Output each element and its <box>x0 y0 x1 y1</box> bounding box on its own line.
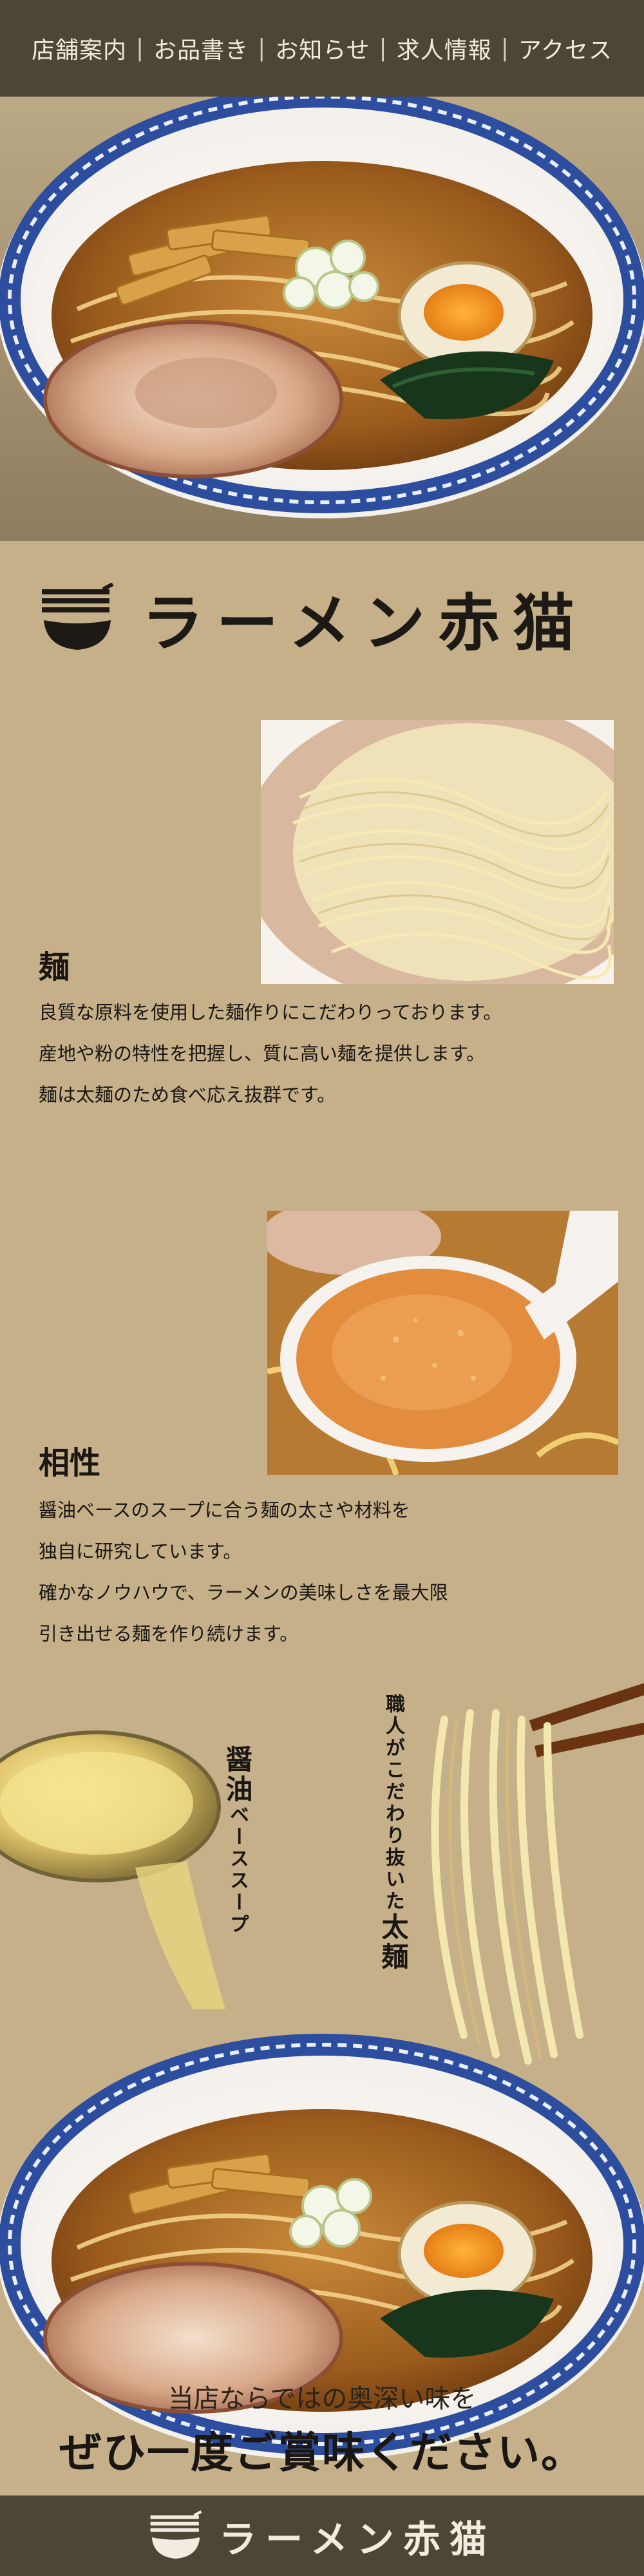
ramen-bowl-illustration <box>0 97 644 541</box>
noodles-photo <box>261 720 614 984</box>
nav-link-store-info[interactable]: 店舗案内 <box>28 32 131 65</box>
ramen-bowl-logo-icon <box>42 582 114 650</box>
lower-feature-image: 醤油ベーススープ 職人がこだわり抜いた太麺 <box>0 1674 644 2492</box>
section-text-line: 醤油ベースのスープに合う麺の太さや材料を <box>39 1499 410 1521</box>
nav-separator: | <box>379 35 388 62</box>
brand-name: ラーメン赤猫 <box>142 587 588 659</box>
nav-link-access[interactable]: アクセス <box>515 32 616 65</box>
nav-separator: | <box>135 35 145 62</box>
nav-link-menu[interactable]: お品書き <box>149 32 252 65</box>
cta-title: ぜひ一度ご賞味ください。 <box>59 2427 585 2477</box>
nav-separator: | <box>500 35 509 62</box>
footer-brand-name: ラーメン赤猫 <box>219 2517 496 2561</box>
section-text-noodles: 良質な原料を使用した麺作りにこだわりっております。 産地や粉の特性を把握し、質に… <box>39 992 502 1115</box>
section-text-line: 麺は太麺のため食べ応え抜群です。 <box>39 1084 336 1106</box>
callout-noodle: 職人がこだわり抜いた太麺 <box>374 1694 413 1972</box>
callout-noodle-text: 職人がこだわり抜いた <box>382 1694 404 1913</box>
brand-heading: ラーメン赤猫 <box>39 573 587 663</box>
callout-soup-text: ベーススープ <box>226 1804 249 1936</box>
cta-subtitle: 当店ならではの奥深い味を <box>167 2384 477 2414</box>
hero-ramen-image <box>0 97 644 541</box>
callout-noodle-emphasis: 太麺 <box>377 1913 409 1972</box>
nav-separator: | <box>258 35 267 62</box>
section-text-line: 独自に研究しています。 <box>39 1540 242 1562</box>
nav-link-recruit[interactable]: 求人情報 <box>393 32 496 65</box>
section-title-compatibility: 相性 <box>39 1445 101 1481</box>
callout-soup-emphasis: 醤油 <box>222 1745 253 1804</box>
global-nav: 店舗案内 | お品書き | お知らせ | 求人情報 | アクセス <box>0 0 644 97</box>
footer-brand-bar: ラーメン赤猫 <box>0 2496 644 2576</box>
section-text-line: 産地や粉の特性を把握し、質に高い麺を提供します。 <box>39 1043 486 1065</box>
nav-link-news[interactable]: お知らせ <box>271 32 374 65</box>
section-text-line: 良質な原料を使用した麺作りにこだわりっております。 <box>39 1001 502 1023</box>
section-text-compatibility: 醤油ベースのスープに合う麺の太さや材料を 独自に研究しています。 確かなノウハウ… <box>39 1490 448 1654</box>
section-title-noodles: 麺 <box>39 949 70 985</box>
ramen-composite-illustration <box>0 1680 644 2460</box>
callout-soup: 醤油ベーススープ <box>218 1745 257 1936</box>
ramen-bowl-logo-icon <box>150 2510 202 2559</box>
soup-spoon-photo <box>267 1211 618 1475</box>
section-text-line: 引き出せる麺を作り続けます。 <box>39 1623 299 1645</box>
section-text-line: 確かなノウハウで、ラーメンの美味しさを最大限 <box>39 1582 448 1604</box>
